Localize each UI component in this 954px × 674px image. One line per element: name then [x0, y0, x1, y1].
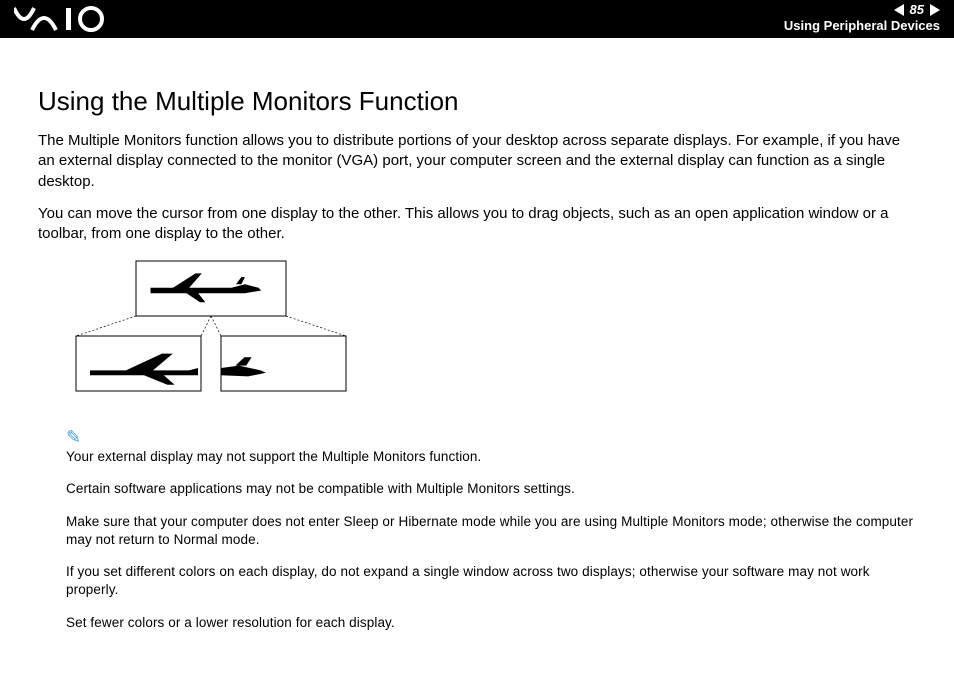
note-pencil-icon: ✎ [66, 427, 916, 448]
next-page-arrow-icon[interactable] [930, 4, 940, 16]
note-1: Your external display may not support th… [66, 448, 916, 466]
intro-paragraph-1: The Multiple Monitors function allows yo… [38, 131, 916, 192]
page-content: Using the Multiple Monitors Function The… [0, 38, 954, 632]
intro-paragraph-2: You can move the cursor from one display… [38, 204, 916, 245]
section-title: Using Peripheral Devices [784, 18, 940, 33]
note-5: Set fewer colors or a lower resolution f… [66, 614, 916, 632]
note-3: Make sure that your computer does not en… [66, 513, 916, 549]
vaio-logo [14, 6, 124, 37]
note-4: If you set different colors on each disp… [66, 563, 916, 599]
page-number: 85 [910, 2, 924, 17]
page-heading: Using the Multiple Monitors Function [38, 86, 916, 117]
page-navigation: 85 [894, 2, 940, 17]
header-bar: 85 Using Peripheral Devices [0, 0, 954, 38]
prev-page-arrow-icon[interactable] [894, 4, 904, 16]
multiple-monitors-diagram [66, 256, 916, 411]
note-2: Certain software applications may not be… [66, 480, 916, 498]
